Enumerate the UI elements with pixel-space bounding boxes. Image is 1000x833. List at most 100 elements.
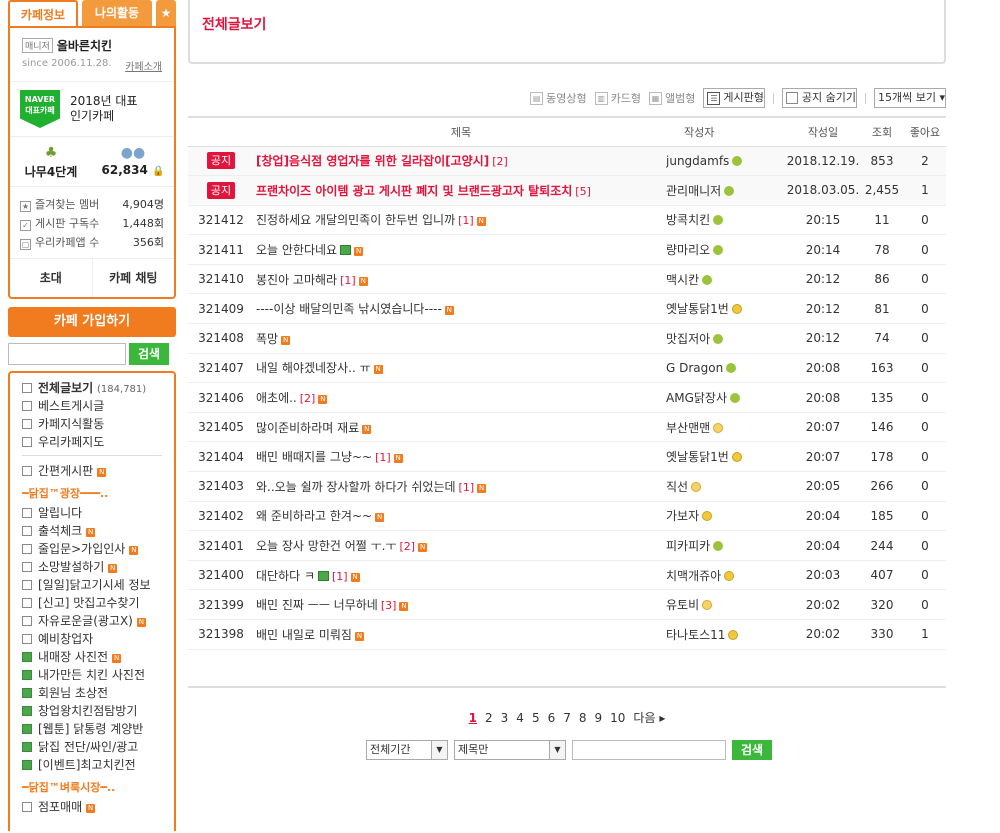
menu-item[interactable]: 알립니다 bbox=[22, 504, 174, 522]
sidebar-search-button[interactable]: 검색 bbox=[129, 343, 169, 365]
page-link-10[interactable]: 10 bbox=[610, 711, 625, 725]
search-period-select[interactable]: 전체기간 ▼ bbox=[366, 740, 448, 760]
post-title-link[interactable]: ----이상 배달의민족 낚시였습니다---- bbox=[256, 302, 442, 316]
menu-item-simple-board[interactable]: 간편게시판 N bbox=[22, 462, 174, 480]
post-title-link[interactable]: 진정하세요 개달의민족이 한두번 입니까 bbox=[256, 213, 455, 227]
comment-count[interactable]: [2] bbox=[400, 540, 416, 553]
menu-item-top[interactable]: 전체글보기 (184,781) bbox=[22, 379, 174, 397]
comment-count[interactable]: [3] bbox=[381, 599, 397, 612]
post-author[interactable]: G Dragon bbox=[666, 353, 786, 384]
post-author[interactable]: 방콕치킨 bbox=[666, 205, 786, 236]
post-title-link[interactable]: 대단하다 ㅋ bbox=[256, 569, 315, 583]
menu-item[interactable]: 내가만든 치킨 사진전 bbox=[22, 666, 174, 684]
page-link-1[interactable]: 1 bbox=[469, 711, 477, 725]
menu-item[interactable]: [신고] 맛집고수찾기 bbox=[22, 594, 174, 612]
post-author[interactable]: 옛날통닭1번 bbox=[666, 293, 786, 325]
post-title-link[interactable]: 배민 내일로 미뤄짐 bbox=[256, 628, 352, 642]
notice-title-link[interactable]: [창업]음식점 영업자를 위한 길라잡이[고양시] bbox=[256, 154, 489, 168]
post-author[interactable]: 맛집저아 bbox=[666, 323, 786, 354]
post-author[interactable]: 유토비 bbox=[666, 589, 786, 620]
page-link-2[interactable]: 2 bbox=[485, 711, 493, 725]
view-board[interactable]: ☰ 게시판형 bbox=[703, 88, 765, 108]
post-title-link[interactable]: 내일 해야겠네장사.. ㅠ bbox=[256, 361, 371, 375]
page-link-9[interactable]: 9 bbox=[595, 711, 603, 725]
post-author[interactable]: 타나토스11 bbox=[666, 619, 786, 650]
post-author[interactable]: 피카피카 bbox=[666, 530, 786, 561]
cafe-intro-link[interactable]: 카페소개 bbox=[125, 58, 162, 73]
per-page-select[interactable]: 15개씩 보기 ▾ bbox=[874, 88, 946, 108]
menu-item[interactable]: 소망발설하기 N bbox=[22, 558, 174, 576]
post-title-link[interactable]: 폭망 bbox=[256, 332, 278, 346]
invite-button[interactable]: 초대 bbox=[10, 259, 92, 297]
post-author[interactable]: 관리매니저 bbox=[666, 175, 786, 206]
comment-count[interactable]: [1] bbox=[332, 570, 348, 583]
post-author[interactable]: 옛날통닭1번 bbox=[666, 441, 786, 473]
menu-item[interactable]: [일일]닭고기시세 정보 bbox=[22, 576, 174, 594]
menu-item[interactable]: 내매장 사진전 N bbox=[22, 648, 174, 666]
post-title-link[interactable]: 많이준비하라며 재료 bbox=[256, 421, 359, 435]
star-icon[interactable]: ★ bbox=[156, 0, 176, 26]
post-title-link[interactable]: 배민 배때지를 그냥~~ bbox=[256, 450, 372, 464]
tab-my-activity[interactable]: 나의활동 bbox=[82, 0, 152, 26]
menu-item[interactable]: 출석체크 N bbox=[22, 522, 174, 540]
tab-cafe-info[interactable]: 카페정보 bbox=[8, 0, 78, 26]
comment-count[interactable]: [2] bbox=[300, 392, 316, 405]
post-title-link[interactable]: 왜 준비하라고 한겨~~ bbox=[256, 509, 372, 523]
comment-count[interactable]: [1] bbox=[340, 274, 356, 287]
stat-label-wrap: ✓ 게시판 구독수 bbox=[20, 214, 99, 233]
post-title-link[interactable]: 배민 진짜 ㅡㅡ 너무하네 bbox=[256, 598, 378, 612]
post-title-link[interactable]: 애초에.. bbox=[256, 391, 297, 405]
menu-item-top[interactable]: 카페지식활동 bbox=[22, 415, 174, 433]
view-video[interactable]: ▤ 동영상형 bbox=[530, 90, 587, 106]
comment-count[interactable]: [2] bbox=[492, 155, 508, 168]
board-search-button[interactable]: 검색 bbox=[732, 740, 772, 760]
comment-count[interactable]: [1] bbox=[459, 481, 475, 494]
search-type-select[interactable]: 제목만 ▼ bbox=[454, 740, 566, 760]
post-title-link[interactable]: 오늘 안한다네요 bbox=[256, 243, 337, 257]
view-card[interactable]: ▥ 카드형 bbox=[594, 90, 641, 106]
post-author[interactable]: 가보자 bbox=[666, 501, 786, 532]
notice-title-link[interactable]: 프랜차이즈 아이템 광고 게시판 폐지 및 브랜드광고자 탈퇴조치 bbox=[256, 184, 572, 198]
menu-item[interactable]: 자유로운글(광고X) N bbox=[22, 612, 174, 630]
menu-item[interactable]: 회원님 초상전 bbox=[22, 684, 174, 702]
comment-count[interactable]: [1] bbox=[375, 451, 391, 464]
menu-item[interactable]: 창업왕치킨점탐방기 bbox=[22, 702, 174, 720]
post-author[interactable]: AMG닭장사 bbox=[666, 382, 786, 413]
join-cafe-button[interactable]: 카페 가입하기 bbox=[8, 307, 176, 337]
manager-name[interactable]: 올바른치킨 bbox=[57, 39, 112, 53]
page-link-3[interactable]: 3 bbox=[501, 711, 509, 725]
post-author[interactable]: 량마리오 bbox=[666, 234, 786, 265]
hide-notice-checkbox[interactable] bbox=[785, 92, 798, 104]
page-link-8[interactable]: 8 bbox=[579, 711, 587, 725]
page-link-4[interactable]: 4 bbox=[516, 711, 524, 725]
post-author[interactable]: jungdamfs bbox=[666, 146, 786, 177]
hide-notice-toggle[interactable]: 공지 숨기기 bbox=[781, 88, 857, 108]
comment-count[interactable]: [5] bbox=[575, 185, 591, 198]
post-author[interactable]: 직선 bbox=[666, 471, 786, 502]
page-link-6[interactable]: 6 bbox=[548, 711, 556, 725]
member-count[interactable]: ●● 62,834 🔒 bbox=[92, 145, 174, 180]
post-author[interactable]: 치맥개쥬아 bbox=[666, 560, 786, 591]
menu-item[interactable]: 점포매매 N bbox=[22, 798, 174, 816]
board-search-input[interactable] bbox=[572, 740, 726, 760]
menu-item[interactable]: [이벤트]최고치킨전 bbox=[22, 756, 174, 774]
view-album[interactable]: ▦ 앨범형 bbox=[649, 90, 695, 106]
sidebar-search-input[interactable] bbox=[8, 343, 126, 365]
post-author[interactable]: 부산맨맨 bbox=[666, 412, 786, 443]
menu-item[interactable]: 예비창업자 bbox=[22, 630, 174, 648]
menu-item[interactable]: 줄입문>가입인사 N bbox=[22, 540, 174, 558]
post-author[interactable]: 맥시칸 bbox=[666, 264, 786, 295]
post-title-link[interactable]: 봉진아 고마해라 bbox=[256, 273, 337, 287]
menu-item-top[interactable]: 우리카페지도 bbox=[22, 433, 174, 451]
post-title-link[interactable]: 와..오늘 쉴까 장사할까 하다가 쉬었는데 bbox=[256, 480, 456, 494]
menu-item[interactable]: [웹툰] 닭통령 계양반 bbox=[22, 720, 174, 738]
comment-count[interactable]: [1] bbox=[458, 214, 474, 227]
menu-item-top[interactable]: 베스트게시글 bbox=[22, 397, 174, 415]
page-link-7[interactable]: 7 bbox=[563, 711, 571, 725]
menu-item[interactable]: 닭집 전단/싸인/광고 bbox=[22, 738, 174, 756]
post-title-link[interactable]: 오늘 장사 망한건 어쩔 ㅜ.ㅜ bbox=[256, 539, 397, 553]
page-link-5[interactable]: 5 bbox=[532, 711, 540, 725]
next-page-button[interactable]: 다음 ▸ bbox=[633, 709, 665, 726]
cafe-level[interactable]: ♣ 나무4단계 bbox=[10, 145, 92, 180]
cafe-chat-button[interactable]: 카페 채팅 bbox=[91, 259, 175, 297]
